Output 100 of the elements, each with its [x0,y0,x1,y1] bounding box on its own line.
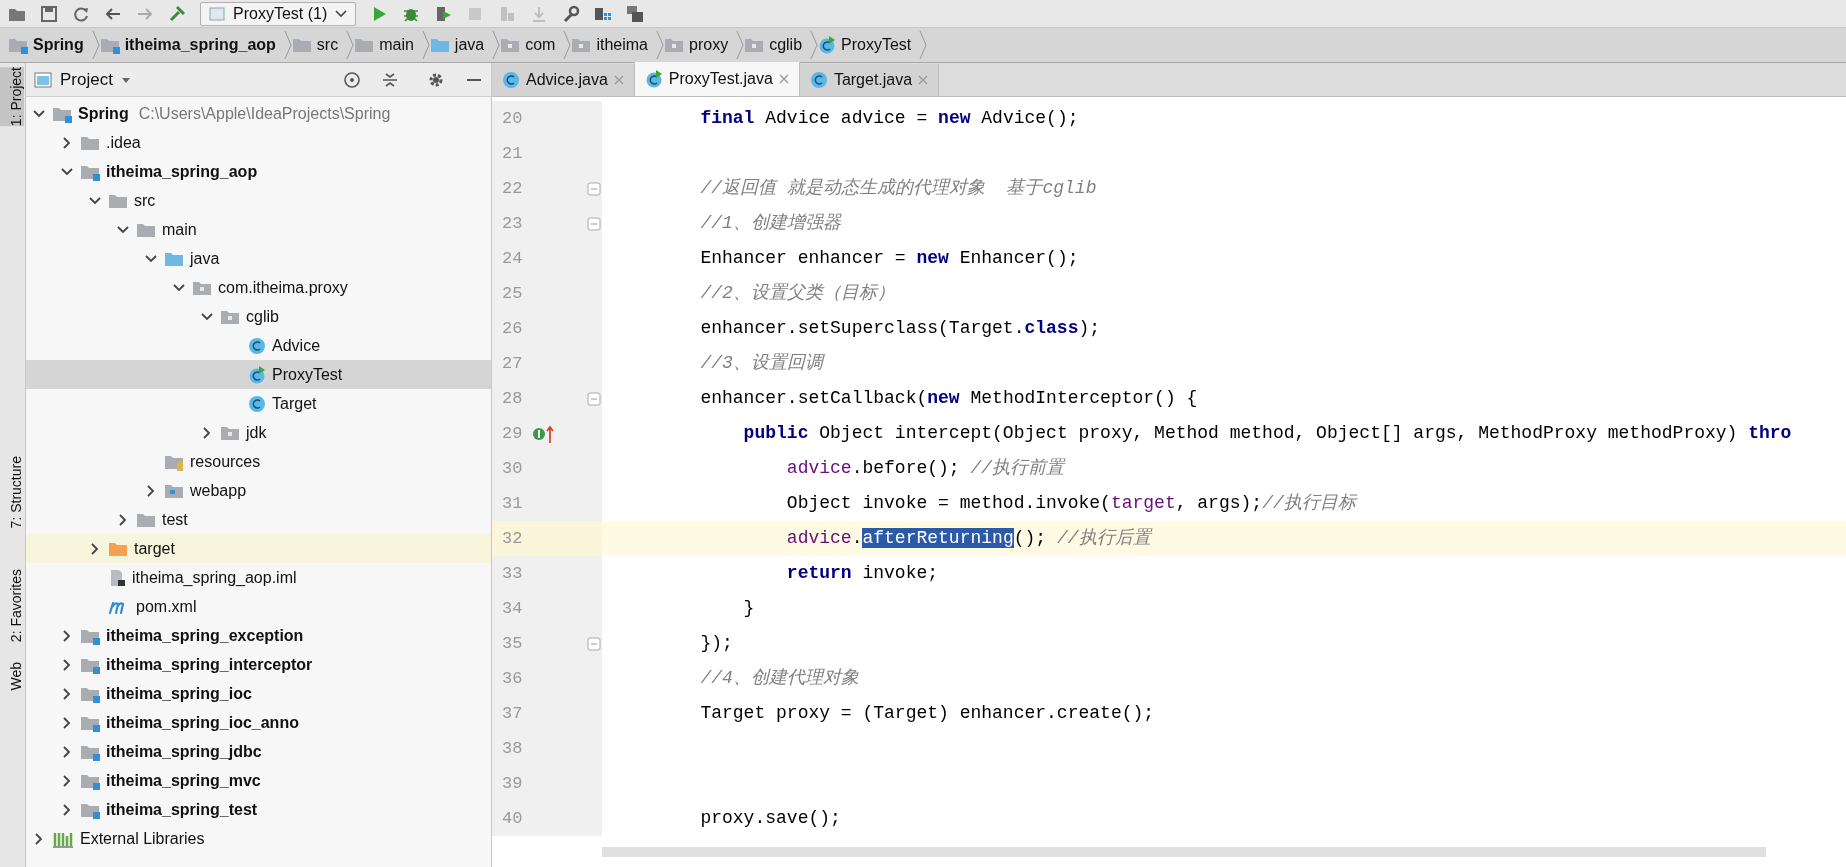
runnable-class-icon [248,365,266,384]
code-text: Enhancer enhancer = new Enhancer(); [699,248,1079,268]
tree-item[interactable]: itheima_spring_aop [26,157,491,186]
tree-item[interactable]: src [26,186,491,215]
tree-item[interactable]: java [26,244,491,273]
dropdown-icon[interactable] [120,75,131,84]
breadcrumb-item[interactable]: java [429,28,493,62]
code-text: } [742,598,755,618]
tool-window-tab[interactable]: 2: Favorites [0,568,24,642]
tree-item[interactable]: pom.xml [26,592,491,621]
line-number: 27 [501,352,524,375]
tree-item[interactable]: itheima_spring_ioc_anno [26,708,491,737]
tree-item[interactable]: itheima_spring_test [26,795,491,824]
close-icon[interactable] [778,74,789,84]
runnable-class-icon [818,36,837,54]
code-text: proxy.save(); [699,808,841,828]
horizontal-scrollbar[interactable] [602,847,1766,857]
code-text: //返回值 就是动态生成的代理对象 基于cglib [699,178,1097,198]
breadcrumb-item[interactable]: itheima_spring_aop [99,28,284,62]
caret-icon [335,8,348,19]
tree-item[interactable]: itheima_spring_aop.iml [26,563,491,592]
build-hammer-icon[interactable] [168,4,186,23]
line-number: 35 [501,632,524,655]
module-folder-icon [8,36,28,54]
code-text: return invoke; [785,563,939,583]
line-number: 25 [501,282,524,305]
tree-item[interactable]: ProxyTest [26,360,491,389]
package-icon [664,36,684,54]
tree-item[interactable]: itheima_spring_interceptor [26,650,491,679]
breadcrumb-item[interactable]: proxy [664,28,737,62]
code-text: }); [699,633,733,653]
code-text: //4、创建代理对象 [699,668,859,688]
chevron-icon [563,30,572,60]
line-number: 22 [501,177,524,200]
code-text: advice.afterReturning(); //执行后置 [785,528,1151,548]
tool-window-tab[interactable]: 7: Structure [0,456,24,529]
tree-item[interactable]: webapp [26,476,491,505]
breadcrumb-item[interactable]: com [500,28,564,62]
fold-marker-icon[interactable] [587,181,601,196]
breadcrumb-item[interactable]: src [291,28,347,62]
folder-icon [354,36,375,54]
save-icon[interactable] [40,4,58,23]
fold-marker-icon[interactable] [587,216,601,231]
code-text: advice.before(); //执行前置 [785,458,1065,478]
tool-window-tab[interactable]: 1: Project [0,67,24,127]
package-icon [500,36,521,54]
terminal-window-icon[interactable] [626,4,645,23]
line-number: 36 [501,667,524,690]
class-icon [248,394,266,413]
chevron-icon [656,30,664,60]
tree-item[interactable]: resources [26,447,491,476]
tree-item[interactable]: itheima_spring_jdbc [26,737,491,766]
editor-tab[interactable]: Target.java [799,64,940,96]
breadcrumb-item[interactable]: ProxyTest [818,28,920,62]
tree-item[interactable]: External Libraries [26,824,491,853]
tree-item[interactable]: Spring C:\Users\Apple\IdeaProjects\Spring [26,99,491,128]
project-icon [34,71,52,88]
chevron-icon [810,30,819,60]
line-number: 28 [501,387,524,410]
breadcrumb-item[interactable]: itheima [571,28,656,62]
line-number: 26 [501,317,524,340]
breadcrumb-item[interactable]: Spring [8,28,92,62]
code-editor[interactable] [492,97,1846,867]
tree-item[interactable]: itheima_spring_mvc [26,766,491,795]
tree-item[interactable]: itheima_spring_ioc [26,679,491,708]
chevron-icon [283,30,292,60]
code-text: enhancer.setSuperclass(Target.class); [699,318,1101,338]
collapse-all-icon[interactable] [381,70,399,89]
locate-icon[interactable] [343,70,361,89]
tree-item[interactable]: target [26,534,491,563]
tree-item[interactable]: itheima_spring_exception [26,621,491,650]
panel-title: Project [60,68,113,91]
code-text: final Advice advice = new Advice(); [699,108,1079,128]
line-number: 34 [501,597,524,620]
fold-marker-icon[interactable] [587,391,601,406]
module-file-icon [108,568,126,587]
code-text: Target proxy = (Target) enhancer.create(); [699,703,1155,723]
tree-item[interactable]: .idea [26,128,491,157]
tree-item[interactable]: cglib [26,302,491,331]
tree-item[interactable]: main [26,215,491,244]
tree-item[interactable]: test [26,505,491,534]
implements-marker-icon[interactable] [532,423,556,444]
tree-item[interactable]: Target [26,389,491,418]
line-number: 20 [501,107,524,130]
line-number: 40 [501,807,524,830]
tree-item[interactable]: jdk [26,418,491,447]
chevron-icon [91,30,100,60]
run-configuration-dropdown[interactable]: ProxyTest (1) [200,1,357,26]
breadcrumb-item[interactable]: cglib [744,28,811,62]
tool-window-tab[interactable]: Web [0,661,24,691]
code-text: //2、设置父类（目标） [699,283,895,303]
fold-marker-icon[interactable] [587,636,601,651]
editor-tab[interactable]: ProxyTest.java [634,62,800,96]
line-number: 39 [501,772,524,795]
tree-item[interactable]: com.itheima.proxy [26,273,491,302]
tree-item[interactable]: Advice [26,331,491,360]
line-number: 29 [501,422,524,445]
coverage-icon[interactable] [434,4,453,23]
editor-tab[interactable]: Advice.java [492,64,635,96]
breadcrumb-item[interactable]: main [354,28,422,62]
